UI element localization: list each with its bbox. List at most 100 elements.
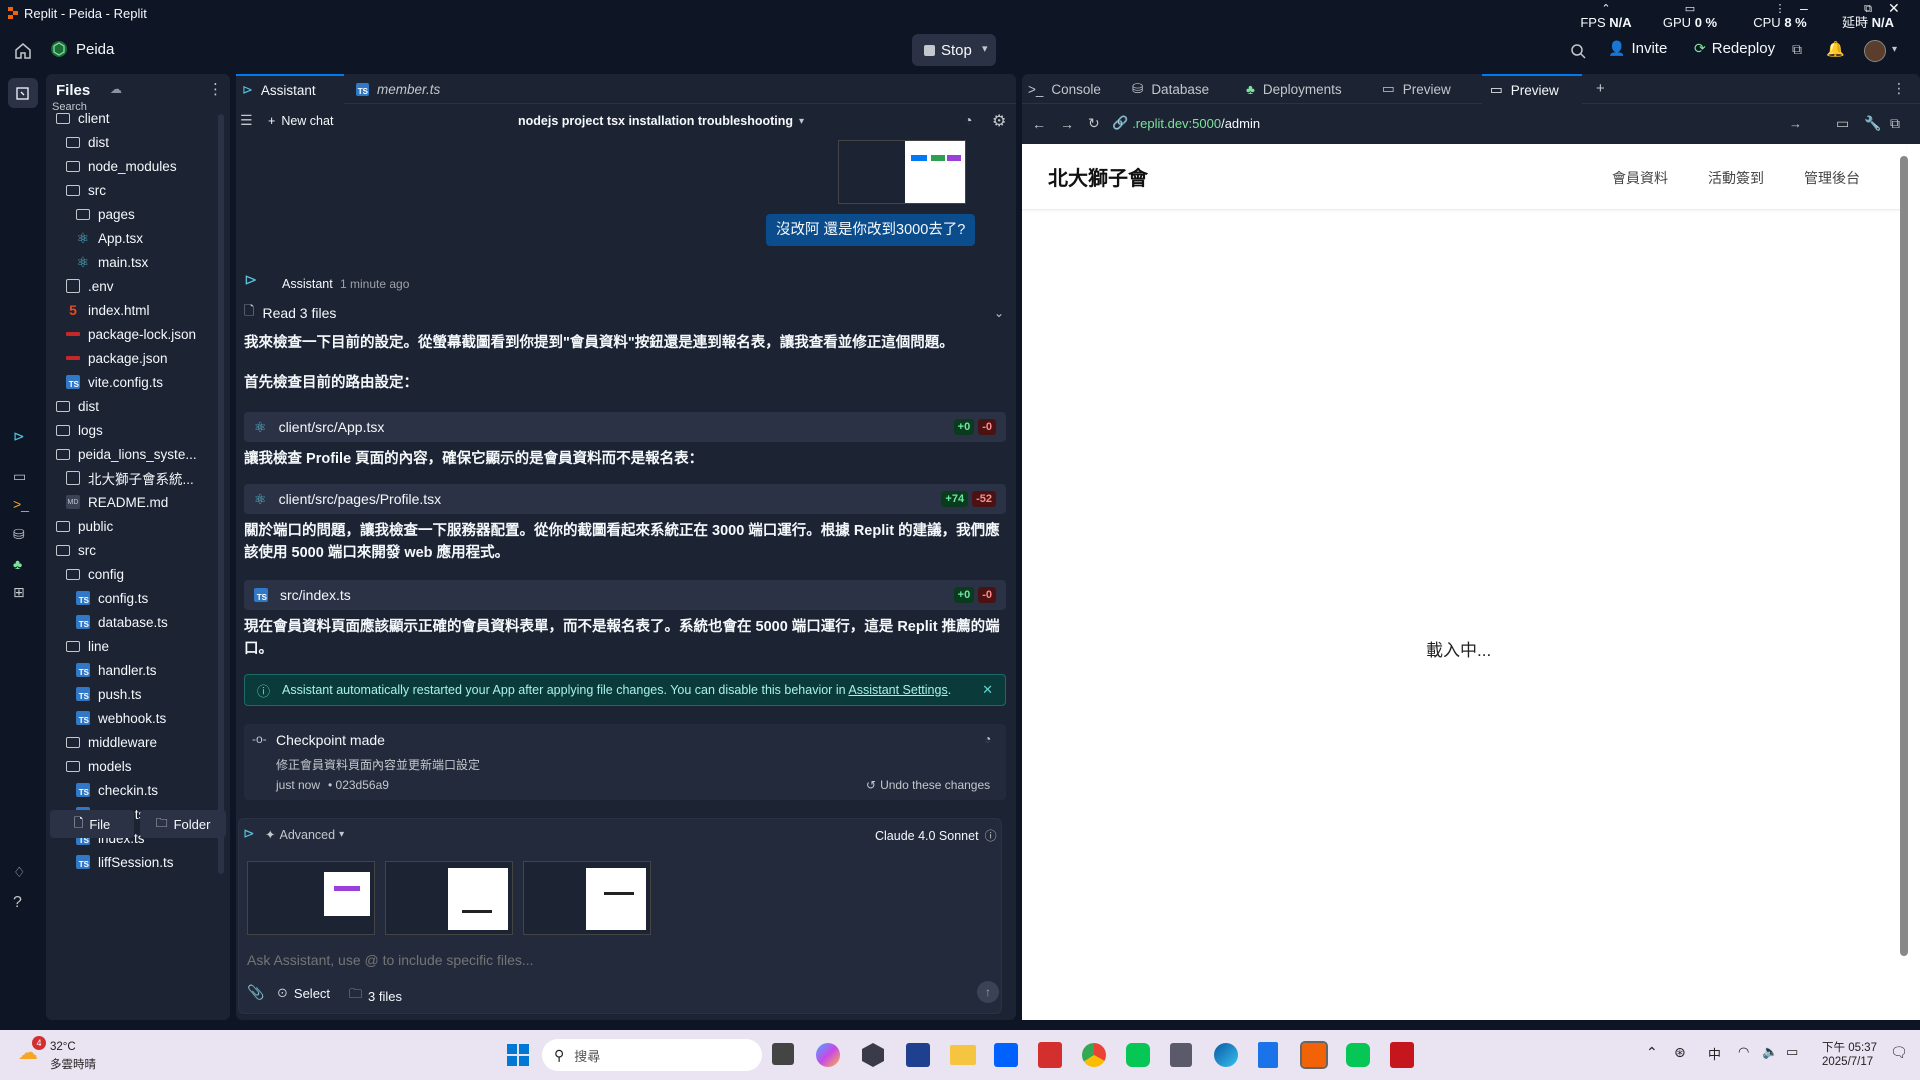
attached-files-button[interactable]: 🗀 3 files (349, 985, 402, 1007)
alerts-icon[interactable]: ♢ (13, 864, 33, 884)
folder-item[interactable]: public (46, 514, 216, 538)
edge-icon[interactable] (1214, 1043, 1238, 1067)
tab-preview-active[interactable]: ▭ Preview (1482, 74, 1582, 104)
file-item[interactable]: TS webhook.ts (46, 706, 216, 730)
file-item[interactable]: TS liffSession.ts (46, 850, 216, 874)
new-file-button[interactable]: 🗋 File (50, 810, 134, 838)
file-explorer-icon[interactable] (950, 1045, 976, 1065)
tray-chevron-up-icon[interactable]: ⌃ (1646, 1044, 1658, 1061)
rollback-icon[interactable]: ◔ (984, 732, 991, 746)
line-app-icon-2[interactable] (1346, 1043, 1370, 1067)
task-view-icon[interactable] (772, 1043, 794, 1065)
attachment-thumbnail[interactable] (385, 861, 513, 935)
clock-date[interactable]: 2025/7/17 (1822, 1056, 1873, 1068)
files-tool-icon[interactable] (8, 78, 38, 108)
tab-database[interactable]: ⛁ Database (1132, 74, 1209, 104)
assistant-settings-link[interactable]: Assistant Settings (848, 683, 947, 697)
folder-item[interactable]: models (46, 754, 216, 778)
send-button[interactable]: ↑ (977, 981, 999, 1003)
file-item[interactable]: MD README.md (46, 490, 216, 514)
site-title[interactable]: 北大獅子會 (1048, 162, 1148, 191)
folder-item[interactable]: dist (46, 130, 216, 154)
file-change-card[interactable]: ⚛ client/src/pages/Profile.tsx +74 -52 (244, 484, 1006, 514)
open-external-icon[interactable]: ⧉ (1890, 115, 1900, 132)
all-tools-icon[interactable]: ⊞ (13, 584, 33, 604)
unity-app-icon[interactable] (862, 1043, 884, 1067)
new-chat-button[interactable]: + New chat (268, 114, 333, 128)
folder-item[interactable]: logs (46, 418, 216, 442)
file-item[interactable]: TS handler.ts (46, 658, 216, 682)
stop-menu-chevron-icon[interactable]: ▾ (982, 42, 988, 55)
folder-item[interactable]: config (46, 562, 216, 586)
advanced-mode-selector[interactable]: ✦ Advanced ▾ (265, 827, 344, 843)
file-item[interactable]: .env (46, 274, 216, 298)
user-avatar[interactable] (1864, 40, 1886, 62)
pdf-reader-icon[interactable] (1390, 1042, 1414, 1068)
tab-menu-icon[interactable]: ⋮ (1892, 80, 1906, 97)
user-attachment-thumbnail[interactable] (838, 140, 966, 204)
notification-center-icon[interactable]: 🗨 (1890, 1044, 1908, 1061)
attachment-thumbnail[interactable] (247, 861, 375, 935)
preview-scrollbar[interactable] (1900, 156, 1908, 956)
undo-changes-button[interactable]: ↺ Undo these changes (866, 778, 990, 792)
tab-console[interactable]: >_ Console (1028, 74, 1101, 104)
paperclip-icon[interactable]: 📎 (247, 984, 264, 1001)
settings-gear-icon[interactable]: ⚙ (992, 111, 1006, 131)
tab-assistant[interactable]: ⊳ Assistant (236, 74, 344, 104)
chat-title-selector[interactable]: nodejs project tsx installation troubles… (518, 114, 804, 128)
search-icon[interactable] (1570, 43, 1586, 59)
close-icon[interactable]: ✕ (982, 682, 993, 698)
devtools-wrench-icon[interactable]: 🔧 (1864, 115, 1881, 132)
database-tool-icon[interactable]: ⛁ (13, 526, 33, 546)
avatar-menu-chevron-icon[interactable]: ▾ (1892, 44, 1897, 55)
nav-link-admin[interactable]: 管理後台 (1804, 168, 1860, 188)
device-view-icon[interactable]: ▭ (1836, 115, 1849, 132)
tab-deployments[interactable]: ♣ Deployments (1246, 74, 1342, 104)
notifications-bell-icon[interactable]: 🔔 (1826, 40, 1845, 58)
chat-input[interactable] (247, 949, 987, 971)
close-window-icon[interactable]: ✕ (1888, 0, 1900, 17)
minimize-icon[interactable]: – (1800, 0, 1808, 16)
tab-member-ts[interactable]: TS member.ts (346, 74, 440, 104)
clock-time[interactable]: 下午 05:37 (1822, 1039, 1877, 1055)
dev-app-icon[interactable] (906, 1043, 930, 1067)
windows-start-icon[interactable] (506, 1043, 530, 1067)
volume-icon[interactable]: 🔈 (1762, 1044, 1778, 1060)
tab-preview[interactable]: ▭ Preview (1382, 74, 1451, 104)
folder-item[interactable]: node_modules (46, 154, 216, 178)
folder-item[interactable]: peida_lions_syste... (46, 442, 216, 466)
taskbar-search[interactable]: ⚲ 搜尋 (542, 1039, 762, 1071)
chat-history-icon[interactable]: ☰ (240, 112, 253, 129)
invite-button[interactable]: 👤 Invite (1608, 40, 1667, 57)
line-app-icon[interactable] (1126, 1043, 1150, 1067)
share-icon[interactable]: ⧉ (1792, 41, 1802, 58)
calculator-icon[interactable] (1170, 1043, 1192, 1067)
tray-app-icon[interactable]: ⊛ (1674, 1044, 1686, 1061)
notepad-icon[interactable] (1258, 1042, 1278, 1068)
file-item[interactable]: 5 index.html (46, 298, 216, 322)
folder-item[interactable]: client (46, 106, 216, 130)
file-item[interactable]: ⚛ App.tsx (46, 226, 216, 250)
acrobat-app-icon[interactable] (1038, 1042, 1062, 1068)
help-icon[interactable]: ? (13, 894, 33, 914)
url-bar[interactable]: 🔗 .replit.dev:5000/admin → (1112, 110, 1802, 136)
folder-item[interactable]: dist (46, 394, 216, 418)
select-element-button[interactable]: ⊙ Select (277, 985, 330, 1001)
chrome-icon[interactable] (1082, 1043, 1106, 1067)
add-tab-plus-icon[interactable]: + (1596, 80, 1605, 97)
file-item[interactable]: 北大獅子會系統... (46, 466, 216, 490)
copilot-icon[interactable] (816, 1043, 840, 1067)
nav-link-member-profile[interactable]: 會員資料 (1612, 168, 1668, 188)
weather-widget[interactable]: ☁ 4 (18, 1036, 46, 1066)
folder-item[interactable]: pages (46, 202, 216, 226)
go-arrow-icon[interactable]: → (1789, 116, 1802, 131)
nav-link-event-checkin[interactable]: 活動簽到 (1708, 168, 1764, 188)
back-arrow-icon[interactable]: ← (1032, 116, 1046, 132)
file-tree-scrollbar[interactable] (218, 114, 224, 874)
file-item[interactable]: TS config.ts (46, 586, 216, 610)
file-change-card[interactable]: ⚛ client/src/App.tsx +0 -0 (244, 412, 1006, 442)
file-item[interactable]: TS checkin.ts (46, 778, 216, 802)
ime-indicator[interactable]: 中 (1708, 1044, 1721, 1063)
file-item[interactable]: TS vite.config.ts (46, 370, 216, 394)
read-files-expander[interactable]: 🗋 Read 3 files ⌄ (244, 302, 1016, 324)
